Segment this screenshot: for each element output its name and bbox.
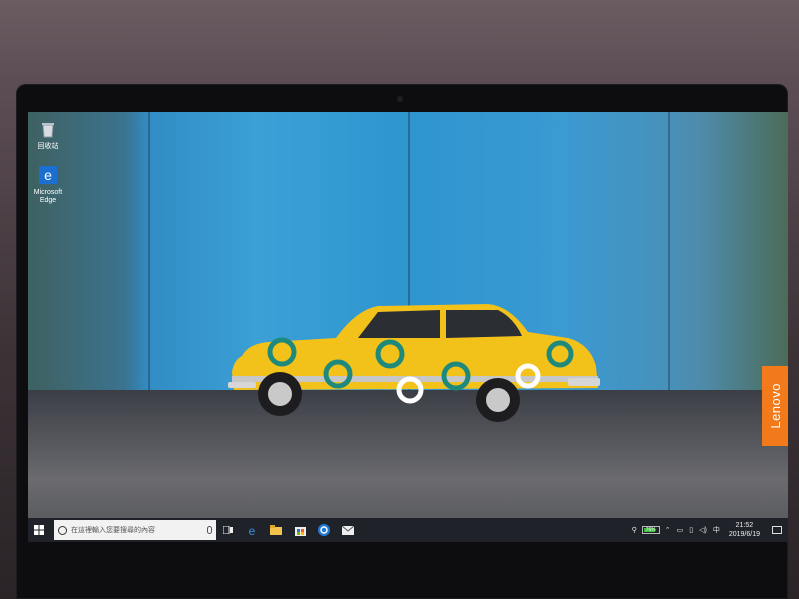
file-explorer-icon [270,525,282,535]
cortana-ring-icon [58,525,67,535]
system-tray: ⚲ 76% ⌃ ▭ ▯ ◁) 中 21:52 2019/6/19 [629,518,788,542]
battery-icon[interactable]: ▭ [677,526,684,534]
recycle-bin-label: 回收站 [37,143,59,150]
edge-label: Microsoft Edge [33,189,63,204]
cortana-icon [318,524,330,536]
clock-date: 2019/6/19 [728,531,760,538]
volume-icon[interactable]: ◁) [699,526,707,534]
screen: 回收站 e Microsoft Edge Lenovo 在這裡輸入您要搜尋的內容… [28,112,788,542]
search-placeholder: 在這裡輸入您要搜尋的內容 [71,527,155,534]
edge-shortcut[interactable]: e Microsoft Edge [28,166,68,205]
ime-indicator[interactable]: 中 [713,525,720,535]
svg-text:e: e [249,524,256,536]
task-view-icon [223,526,233,534]
cortana-button[interactable] [312,518,336,542]
start-button[interactable] [28,518,50,542]
battery-percent: 76% [645,527,656,533]
chevron-up-icon[interactable]: ⌃ [665,526,671,534]
recycle-bin-icon [42,123,54,138]
edge-taskbar-button[interactable]: e [240,518,264,542]
people-icon[interactable]: ⚲ [632,526,637,534]
clock-time: 21:52 [735,522,754,529]
task-view-button[interactable] [216,518,240,542]
lenovo-logo: Lenovo [762,366,788,446]
microphone-icon[interactable] [207,526,212,534]
webcam [397,96,403,102]
edge-icon: e [249,524,256,536]
network-icon[interactable]: ▯ [689,526,693,534]
wallpaper-car [228,304,600,422]
file-explorer-button[interactable] [264,518,288,542]
action-center-icon[interactable] [772,526,782,534]
mail-icon [342,525,354,535]
mail-button[interactable] [336,518,360,542]
taskbar-search-box[interactable]: 在這裡輸入您要搜尋的內容 [54,520,216,540]
taskbar: 在這裡輸入您要搜尋的內容 e ⚲ 76% ⌃ ▭ ▯ ◁) 中 21:52 20… [28,518,788,542]
recycle-bin-shortcut[interactable]: 回收站 [28,120,68,151]
store-button[interactable] [288,518,312,542]
store-icon [294,526,306,536]
edge-icon: e [39,166,57,184]
clock[interactable]: 21:52 2019/6/19 [729,521,760,539]
windows-icon [34,525,44,535]
svg-text:e: e [44,167,52,183]
battery-indicator[interactable]: 76% [641,526,660,534]
